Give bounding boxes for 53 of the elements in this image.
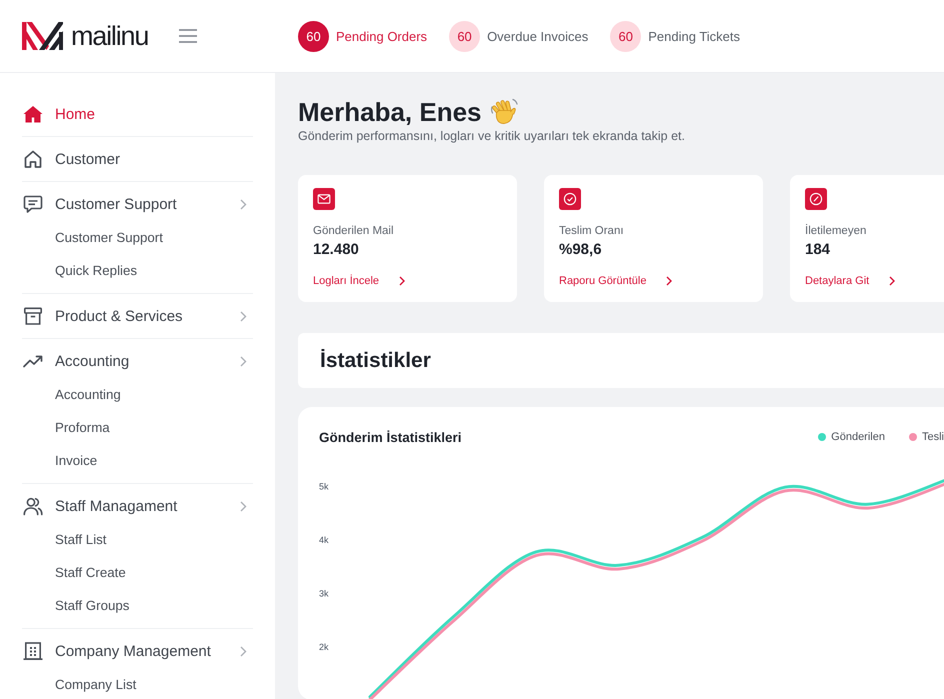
card-link[interactable]: Logları İncele xyxy=(313,274,406,288)
chevron-icon xyxy=(240,646,247,656)
home-icon xyxy=(22,103,44,125)
logo-icon xyxy=(22,22,63,50)
menu-icon xyxy=(179,29,198,43)
subtitle-text: Gönderim performansını, logları ve kritik uyarıları tek ekranda takip et. xyxy=(298,128,686,144)
y-tick-label: 4k xyxy=(319,535,329,546)
chevron-icon xyxy=(889,276,896,286)
mail-icon xyxy=(313,188,335,210)
nav-item[interactable]: Home xyxy=(22,92,253,136)
legend-label: Gönderilen xyxy=(831,431,885,443)
chart-title: Gönderim İstatistikleri xyxy=(319,430,462,444)
users-icon xyxy=(22,495,44,517)
stat-label: Teslim Oranı xyxy=(559,224,624,238)
logo-text: mailinu xyxy=(71,21,148,51)
greeting-title: Merhaba, Enes xyxy=(298,97,482,127)
nav-item[interactable]: Customer xyxy=(22,137,253,181)
nav-subitem[interactable]: Staff Groups xyxy=(55,589,130,622)
nav-subitem[interactable]: Quick Replies xyxy=(55,254,138,287)
y-tick-label: 2k xyxy=(319,642,329,652)
nav-item[interactable]: Product & Services xyxy=(22,294,253,338)
chevron-icon xyxy=(240,310,247,322)
chevron-icon xyxy=(666,276,672,286)
y-tick-label: 3k xyxy=(319,588,329,599)
card-link[interactable]: Detaylara Git xyxy=(805,274,896,288)
home-icon xyxy=(22,148,44,170)
count-badge: 60 xyxy=(610,20,642,52)
stat-value: 12.480 xyxy=(313,241,359,259)
chevron-icon xyxy=(240,198,247,210)
stat-value: %98,6 xyxy=(559,241,602,259)
chevron-icon xyxy=(399,276,406,286)
building-icon xyxy=(22,640,44,662)
waving-hand-icon xyxy=(490,98,518,126)
card-link[interactable]: Raporu Görüntüle xyxy=(559,274,672,288)
legend-label: Tesli xyxy=(922,431,944,443)
stat-value: 184 xyxy=(805,241,830,259)
count-badge: 60 xyxy=(298,20,329,52)
chat-icon xyxy=(22,193,44,215)
archive-box-icon xyxy=(22,305,44,327)
stat-label: Gönderilen Mail xyxy=(313,224,394,238)
menu-button[interactable] xyxy=(179,29,198,43)
y-tick-label: 5k xyxy=(319,482,329,492)
section-title: İstatistikler xyxy=(298,333,944,388)
chevron-icon xyxy=(240,356,247,366)
nav-subitem[interactable]: Proforma xyxy=(55,411,110,444)
counter-link[interactable]: 60 Pending Orders xyxy=(298,20,428,52)
nav-subitem[interactable]: Staff Create xyxy=(55,556,126,589)
counter-link[interactable]: 60 Pending Tickets xyxy=(610,20,740,52)
stat-label: İletilemeyen xyxy=(805,224,866,238)
chevron-icon xyxy=(240,500,247,512)
count-badge: 60 xyxy=(449,20,480,52)
nav-subitem[interactable]: Invoice xyxy=(55,444,98,477)
counter-link[interactable]: 60 Overdue Invoices xyxy=(449,20,588,52)
